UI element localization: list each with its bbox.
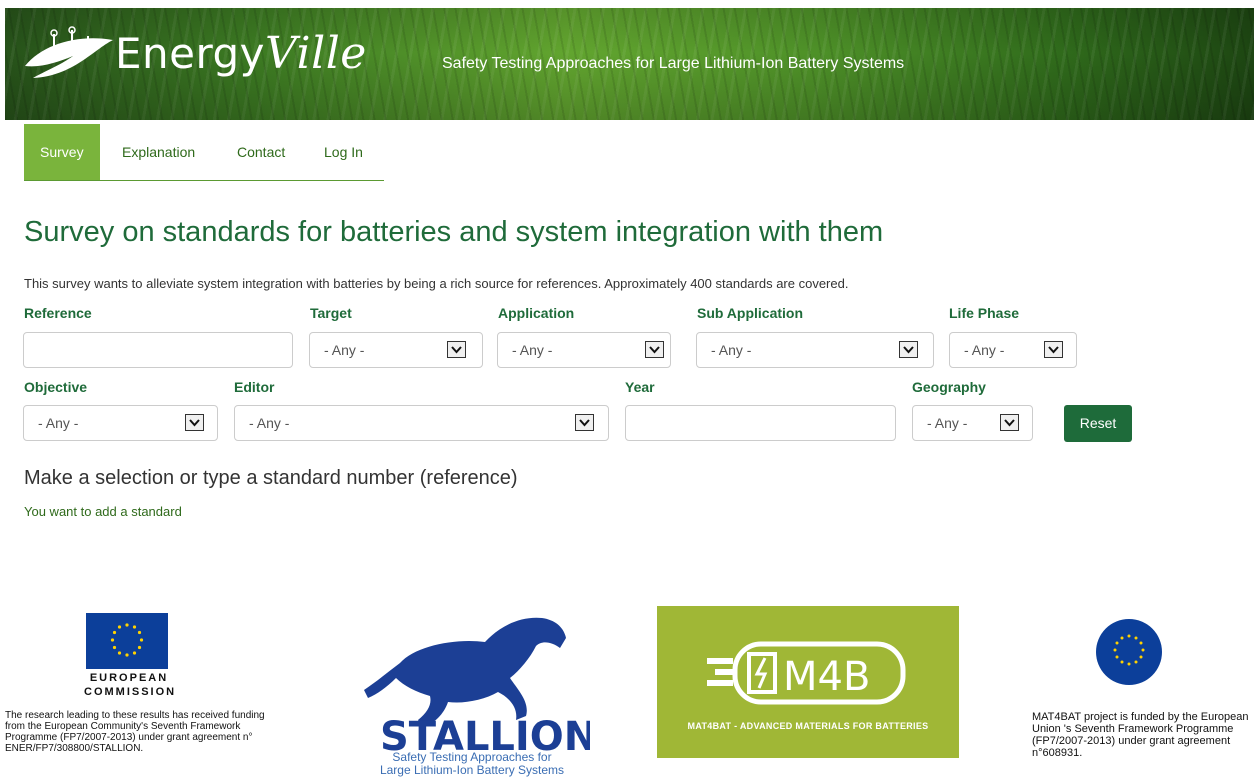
ec-name-line1: EUROPEAN <box>89 672 169 684</box>
sub-application-select[interactable]: - Any - <box>696 332 934 368</box>
objective-value: - Any - <box>38 415 79 431</box>
selection-prompt: Make a selection or type a standard numb… <box>24 467 518 489</box>
mat4bat-logo[interactable]: M4B MAT4BAT - ADVANCED MATERIALS FOR BAT… <box>657 606 959 758</box>
life-phase-label: Life Phase <box>949 305 1020 321</box>
sub-application-label: Sub Application <box>697 305 804 321</box>
chevron-down-icon <box>185 414 204 431</box>
geography-value: - Any - <box>927 415 968 431</box>
add-standard-link[interactable]: You want to add a standard <box>24 504 182 519</box>
objective-label: Objective <box>24 379 88 395</box>
stallion-subtitle-line2: Large Lithium-Ion Battery Systems <box>379 763 565 777</box>
life-phase-select[interactable]: - Any - <box>949 332 1077 368</box>
energyville-leaf-icon <box>25 26 113 78</box>
ec-name-line2: COMMISSION <box>84 686 177 698</box>
application-value: - Any - <box>512 342 553 358</box>
tab-explanation[interactable]: Explanation <box>122 124 195 180</box>
european-commission-flag-icon <box>86 613 168 669</box>
reset-button[interactable]: Reset <box>1064 405 1132 442</box>
objective-select[interactable]: - Any - <box>23 405 218 441</box>
eu-flag-icon <box>1096 619 1162 685</box>
intro-text: This survey wants to alleviate system in… <box>24 276 849 291</box>
application-label: Application <box>498 305 575 321</box>
tab-survey[interactable]: Survey <box>24 124 100 180</box>
application-select[interactable]: - Any - <box>497 332 671 368</box>
life-phase-value: - Any - <box>964 342 1005 358</box>
target-select[interactable]: - Any - <box>309 332 483 368</box>
stallion-horse-icon: STALLION <box>364 617 597 760</box>
m4b-subtitle: MAT4BAT - ADVANCED MATERIALS FOR BATTERI… <box>687 721 929 731</box>
page-title: Survey on standards for batteries and sy… <box>24 216 884 248</box>
geography-label: Geography <box>912 379 986 395</box>
tab-contact[interactable]: Contact <box>237 124 285 180</box>
editor-label: Editor <box>234 379 275 395</box>
battery-car-icon: M4B <box>707 641 906 705</box>
tab-log-in[interactable]: Log In <box>324 124 363 180</box>
chevron-down-icon <box>1000 414 1019 431</box>
logo-energy-text: Energy <box>115 29 266 78</box>
chevron-down-icon <box>575 414 594 431</box>
sub-application-value: - Any - <box>711 342 752 358</box>
editor-value: - Any - <box>249 415 290 431</box>
reference-input[interactable] <box>23 332 293 368</box>
chevron-down-icon <box>447 341 466 358</box>
year-label: Year <box>625 379 655 395</box>
reference-label: Reference <box>24 305 92 321</box>
main-nav: Survey Explanation Contact Log In <box>24 124 384 181</box>
site-tagline: Safety Testing Approaches for Large Lith… <box>442 55 905 72</box>
eu-funding-note: MAT4BAT project is funded by the Europea… <box>1032 711 1249 759</box>
header-banner: EnergyVille Safety Testing Approaches fo… <box>5 8 1254 120</box>
year-input[interactable] <box>625 405 896 441</box>
m4b-wordmark: M4B <box>783 654 870 700</box>
energyville-logo[interactable]: EnergyVille <box>115 28 367 79</box>
target-value: - Any - <box>324 342 365 358</box>
chevron-down-icon <box>1044 341 1063 358</box>
target-label: Target <box>310 305 352 321</box>
logo-ville-text: Ville <box>265 28 367 79</box>
editor-select[interactable]: - Any - <box>234 405 609 441</box>
geography-select[interactable]: - Any - <box>912 405 1033 441</box>
chevron-down-icon <box>645 341 664 358</box>
chevron-down-icon <box>899 341 918 358</box>
stallion-subtitle: Safety Testing Approaches for Large Lithi… <box>362 751 582 777</box>
ec-funding-note: The research leading to these results ha… <box>5 710 265 754</box>
european-commission-wordmark: EUROPEAN COMMISSION <box>84 671 174 699</box>
